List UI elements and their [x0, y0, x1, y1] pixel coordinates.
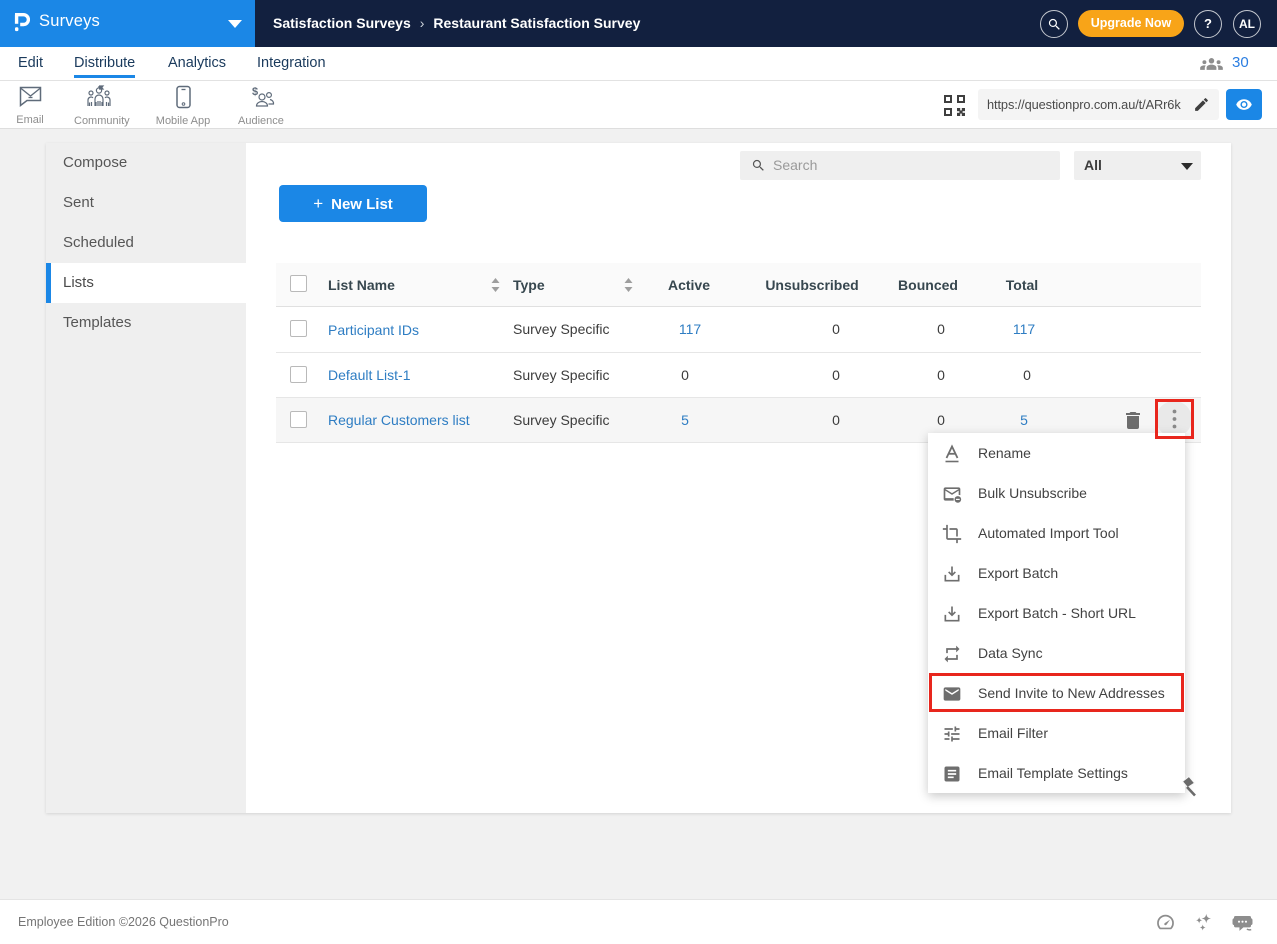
svg-text:$: $	[252, 86, 258, 98]
